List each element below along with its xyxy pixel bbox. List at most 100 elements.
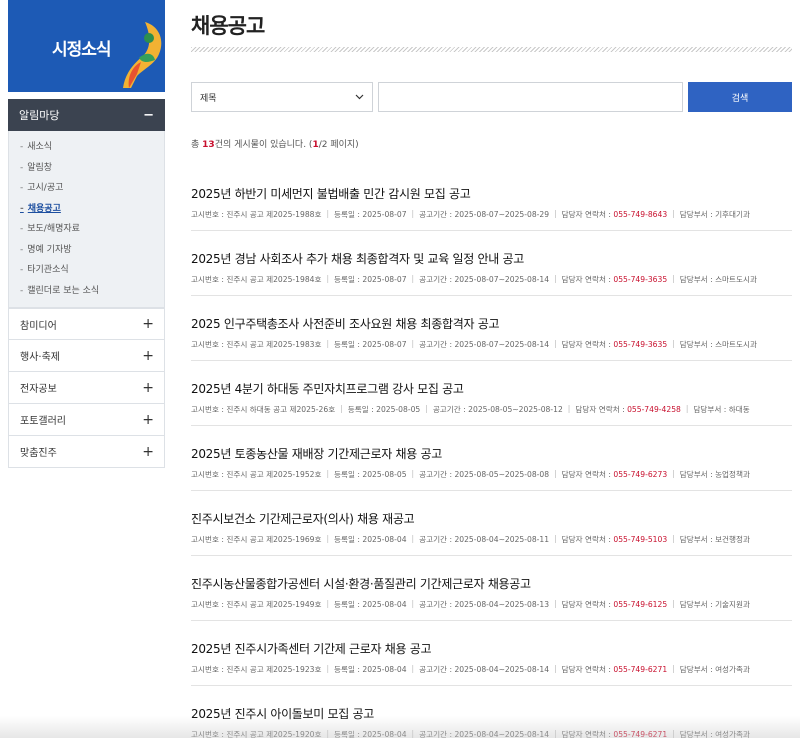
- bullet-dash: -: [20, 285, 24, 296]
- registered-date: 등록일 : 2025-08-05: [334, 469, 407, 480]
- notice-period-value: 2025-08-04~2025-08-14: [454, 665, 550, 674]
- notice-period: 공고기간 : 2025-08-07~2025-08-14: [419, 274, 549, 285]
- bullet-dash: -: [20, 203, 24, 214]
- post-title-link[interactable]: 진주시농산물종합가공센터 시설·환경·품질관리 기간제근로자 채용공고: [191, 575, 531, 592]
- meta-separator: |: [326, 339, 330, 348]
- notice-period-value: 2025-08-04~2025-08-13: [454, 600, 550, 609]
- meta-separator: |: [567, 404, 571, 413]
- sidebar-subitem[interactable]: - 보도/해명자료: [9, 219, 164, 240]
- sidebar-subitem[interactable]: - 타기관소식: [9, 260, 164, 281]
- notice-number-label: 고시번호 :: [191, 275, 227, 284]
- contact-phone-value: 055-749-6125: [613, 600, 668, 609]
- registered-date-label: 등록일 :: [334, 600, 363, 609]
- notice-number: 고시번호 : 진주시 공고 제2025-1949호: [191, 599, 321, 610]
- banner-title: 시정소식: [52, 40, 112, 60]
- department: 담당부서 : 스마트도시과: [680, 339, 757, 350]
- sidebar-subitem-label: 명예 기자방: [27, 244, 72, 255]
- post-title-link[interactable]: 2025년 진주시가족센터 기간제 근로자 채용 공고: [191, 640, 432, 657]
- search-input[interactable]: [378, 82, 683, 112]
- page-title: 채용공고: [191, 14, 265, 38]
- sidebar-subitem[interactable]: - 캘린더로 보는 소식: [9, 281, 164, 302]
- notice-period-label: 공고기간 :: [419, 535, 455, 544]
- post-meta: 고시번호 : 진주시 공고 제2025-1952호 | 등록일 : 2025-08-…: [191, 469, 750, 480]
- sidebar-subitem[interactable]: - 채용공고: [9, 199, 164, 220]
- notice-period-value: 2025-08-04~2025-08-11: [454, 535, 550, 544]
- contact-phone-label: 담당자 연락처 :: [575, 405, 628, 414]
- sidebar-subitem[interactable]: - 새소식: [9, 137, 164, 158]
- registered-date-label: 등록일 :: [334, 340, 363, 349]
- meta-separator: |: [411, 664, 415, 673]
- meta-separator: |: [411, 339, 415, 348]
- list-item: 진주시농산물종합가공센터 시설·환경·품질관리 기간제근로자 채용공고고시번호 …: [191, 556, 792, 621]
- registered-date-value: 2025-08-05: [362, 470, 407, 479]
- expand-icon[interactable]: +: [142, 380, 154, 396]
- sidebar-menu-item[interactable]: 맞춤진주 +: [8, 436, 165, 468]
- list-item: 2025년 4분기 하대동 주민자치프로그램 강사 모집 공고 고시번호 : 진주…: [191, 361, 792, 426]
- notice-period: 공고기간 : 2025-08-05~2025-08-08: [419, 469, 549, 480]
- notice-number-label: 고시번호 :: [191, 210, 227, 219]
- sidebar-menu-label: 포토갤러리: [20, 416, 66, 427]
- registered-date: 등록일 : 2025-08-04: [334, 599, 407, 610]
- post-title-link[interactable]: 2025년 4분기 하대동 주민자치프로그램 강사 모집 공고: [191, 380, 464, 397]
- sidebar-menu-item[interactable]: 참미디어 +: [8, 308, 165, 340]
- sidebar-menu-label: 참미디어: [20, 320, 57, 332]
- sidebar-menu-label: 전자공보: [20, 384, 57, 395]
- expand-icon[interactable]: +: [142, 412, 154, 428]
- meta-separator: |: [411, 534, 415, 543]
- collapse-icon[interactable]: −: [143, 108, 154, 123]
- department: 담당부서 : 보건행정과: [680, 534, 750, 545]
- sidebar-subitem[interactable]: - 명예 기자방: [9, 240, 164, 261]
- sidebar-menu-item[interactable]: 포토갤러리 +: [8, 404, 165, 436]
- meta-separator: |: [672, 274, 675, 283]
- search-button[interactable]: 검색: [688, 82, 792, 112]
- registered-date-label: 등록일 :: [334, 665, 363, 674]
- meta-separator: |: [672, 599, 675, 608]
- notice-number: 고시번호 : 진주시 공고 제2025-1923호: [191, 664, 321, 675]
- sidebar-menu-item[interactable]: 행사·축제 +: [8, 340, 165, 372]
- expand-icon[interactable]: +: [142, 444, 154, 460]
- notice-period: 공고기간 : 2025-08-05~2025-08-12: [433, 404, 563, 415]
- registered-date: 등록일 : 2025-08-04: [334, 664, 407, 675]
- meta-separator: |: [554, 469, 557, 478]
- count-prefix: 총: [191, 140, 203, 150]
- search-field-select[interactable]: 제목: [191, 82, 373, 112]
- contact-phone: 담당자 연락처 : 055-749-6125: [562, 599, 668, 610]
- department-value: 스마트도시과: [715, 275, 757, 284]
- notice-period: 공고기간 : 2025-08-04~2025-08-13: [419, 599, 549, 610]
- department-value: 보건행정과: [715, 535, 750, 544]
- post-title-link[interactable]: 2025년 하반기 미세먼지 불법배출 민간 감시원 모집 공고: [191, 185, 471, 202]
- registered-date: 등록일 : 2025-08-07: [334, 209, 407, 220]
- post-meta: 고시번호 : 진주시 공고 제2025-1969호 | 등록일 : 2025-08-…: [191, 534, 750, 545]
- post-title-link[interactable]: 2025년 경남 사회조사 추가 채용 최종합격자 및 교육 일정 안내 공고: [191, 250, 524, 267]
- notice-period-value: 2025-08-07~2025-08-14: [454, 340, 550, 349]
- registered-date-label: 등록일 :: [347, 405, 377, 414]
- post-title-link[interactable]: 진주시보건소 기간제근로자(의사) 채용 재공고: [191, 510, 415, 527]
- contact-phone-value: 055-749-3635: [613, 275, 668, 284]
- post-title-link[interactable]: 2025년 토종농산물 재배장 기간제근로자 채용 공고: [191, 445, 442, 462]
- notice-number-label: 고시번호 :: [191, 340, 227, 349]
- expand-icon[interactable]: +: [142, 348, 154, 364]
- contact-phone: 담당자 연락처 : 055-749-6271: [562, 664, 668, 675]
- department: 담당부서 : 스마트도시과: [680, 274, 757, 285]
- notice-period-label: 공고기간 :: [419, 470, 455, 479]
- meta-separator: |: [411, 274, 415, 283]
- nav-sublist: - 새소식 - 알림창 - 고시/공고 - 채용공고 - 보도/해명자료 - 명예 기자방 - 타기관소식…: [8, 131, 165, 308]
- post-meta: 고시번호 : 진주시 공고 제2025-1984호 | 등록일 : 2025-08-…: [191, 274, 757, 285]
- registered-date-label: 등록일 :: [334, 535, 363, 544]
- sidebar-subitem[interactable]: - 고시/공고: [9, 178, 164, 199]
- bullet-dash: -: [20, 265, 24, 275]
- registered-date: 등록일 : 2025-08-04: [334, 534, 407, 545]
- search-bar: 제목 검색: [191, 82, 792, 112]
- meta-separator: |: [326, 664, 330, 673]
- meta-separator: |: [326, 274, 330, 283]
- sidebar-subitem[interactable]: - 알림창: [9, 158, 164, 179]
- post-title-link[interactable]: 2025 인구주택총조사 사전준비 조사요원 채용 최종합격자 공고: [191, 315, 500, 332]
- nav-section-alimmadang[interactable]: 알림마당 −: [8, 99, 165, 131]
- notice-period-value: 2025-08-05~2025-08-08: [454, 470, 550, 479]
- expand-icon[interactable]: +: [142, 316, 154, 332]
- bullet-dash: -: [20, 224, 24, 234]
- sidebar-menu-item[interactable]: 전자공보 +: [8, 372, 165, 404]
- contact-phone: 담당자 연락처 : 055-749-8643: [562, 209, 668, 220]
- registered-date-value: 2025-08-07: [362, 275, 407, 284]
- department: 담당부서 : 하대동: [693, 404, 749, 415]
